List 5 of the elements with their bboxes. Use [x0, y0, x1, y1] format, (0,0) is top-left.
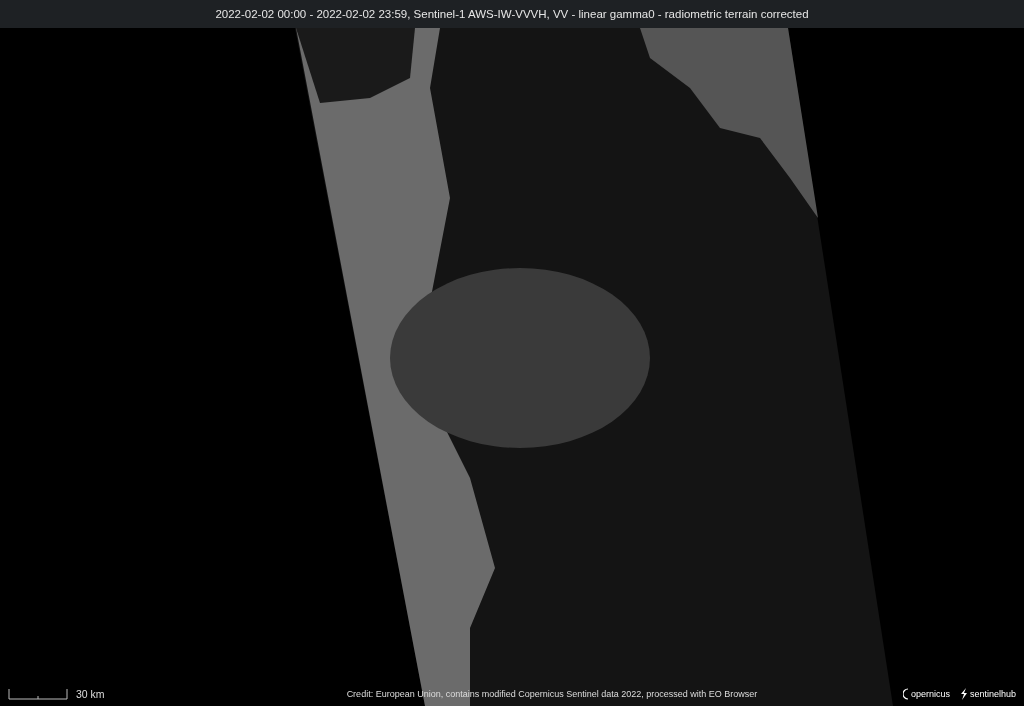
sentinelhub-logo: sentinelhub	[959, 688, 1016, 700]
copernicus-logo: opernicus	[902, 688, 950, 700]
scale-label: 30 km	[76, 688, 105, 700]
scale-bar-icon	[8, 688, 68, 700]
image-title: 2022-02-02 00:00 - 2022-02-02 23:59, Sentinel-1 AWS-IW-VVVH, VV - linear gamma0 - radiometric terrain corrected	[215, 8, 809, 20]
